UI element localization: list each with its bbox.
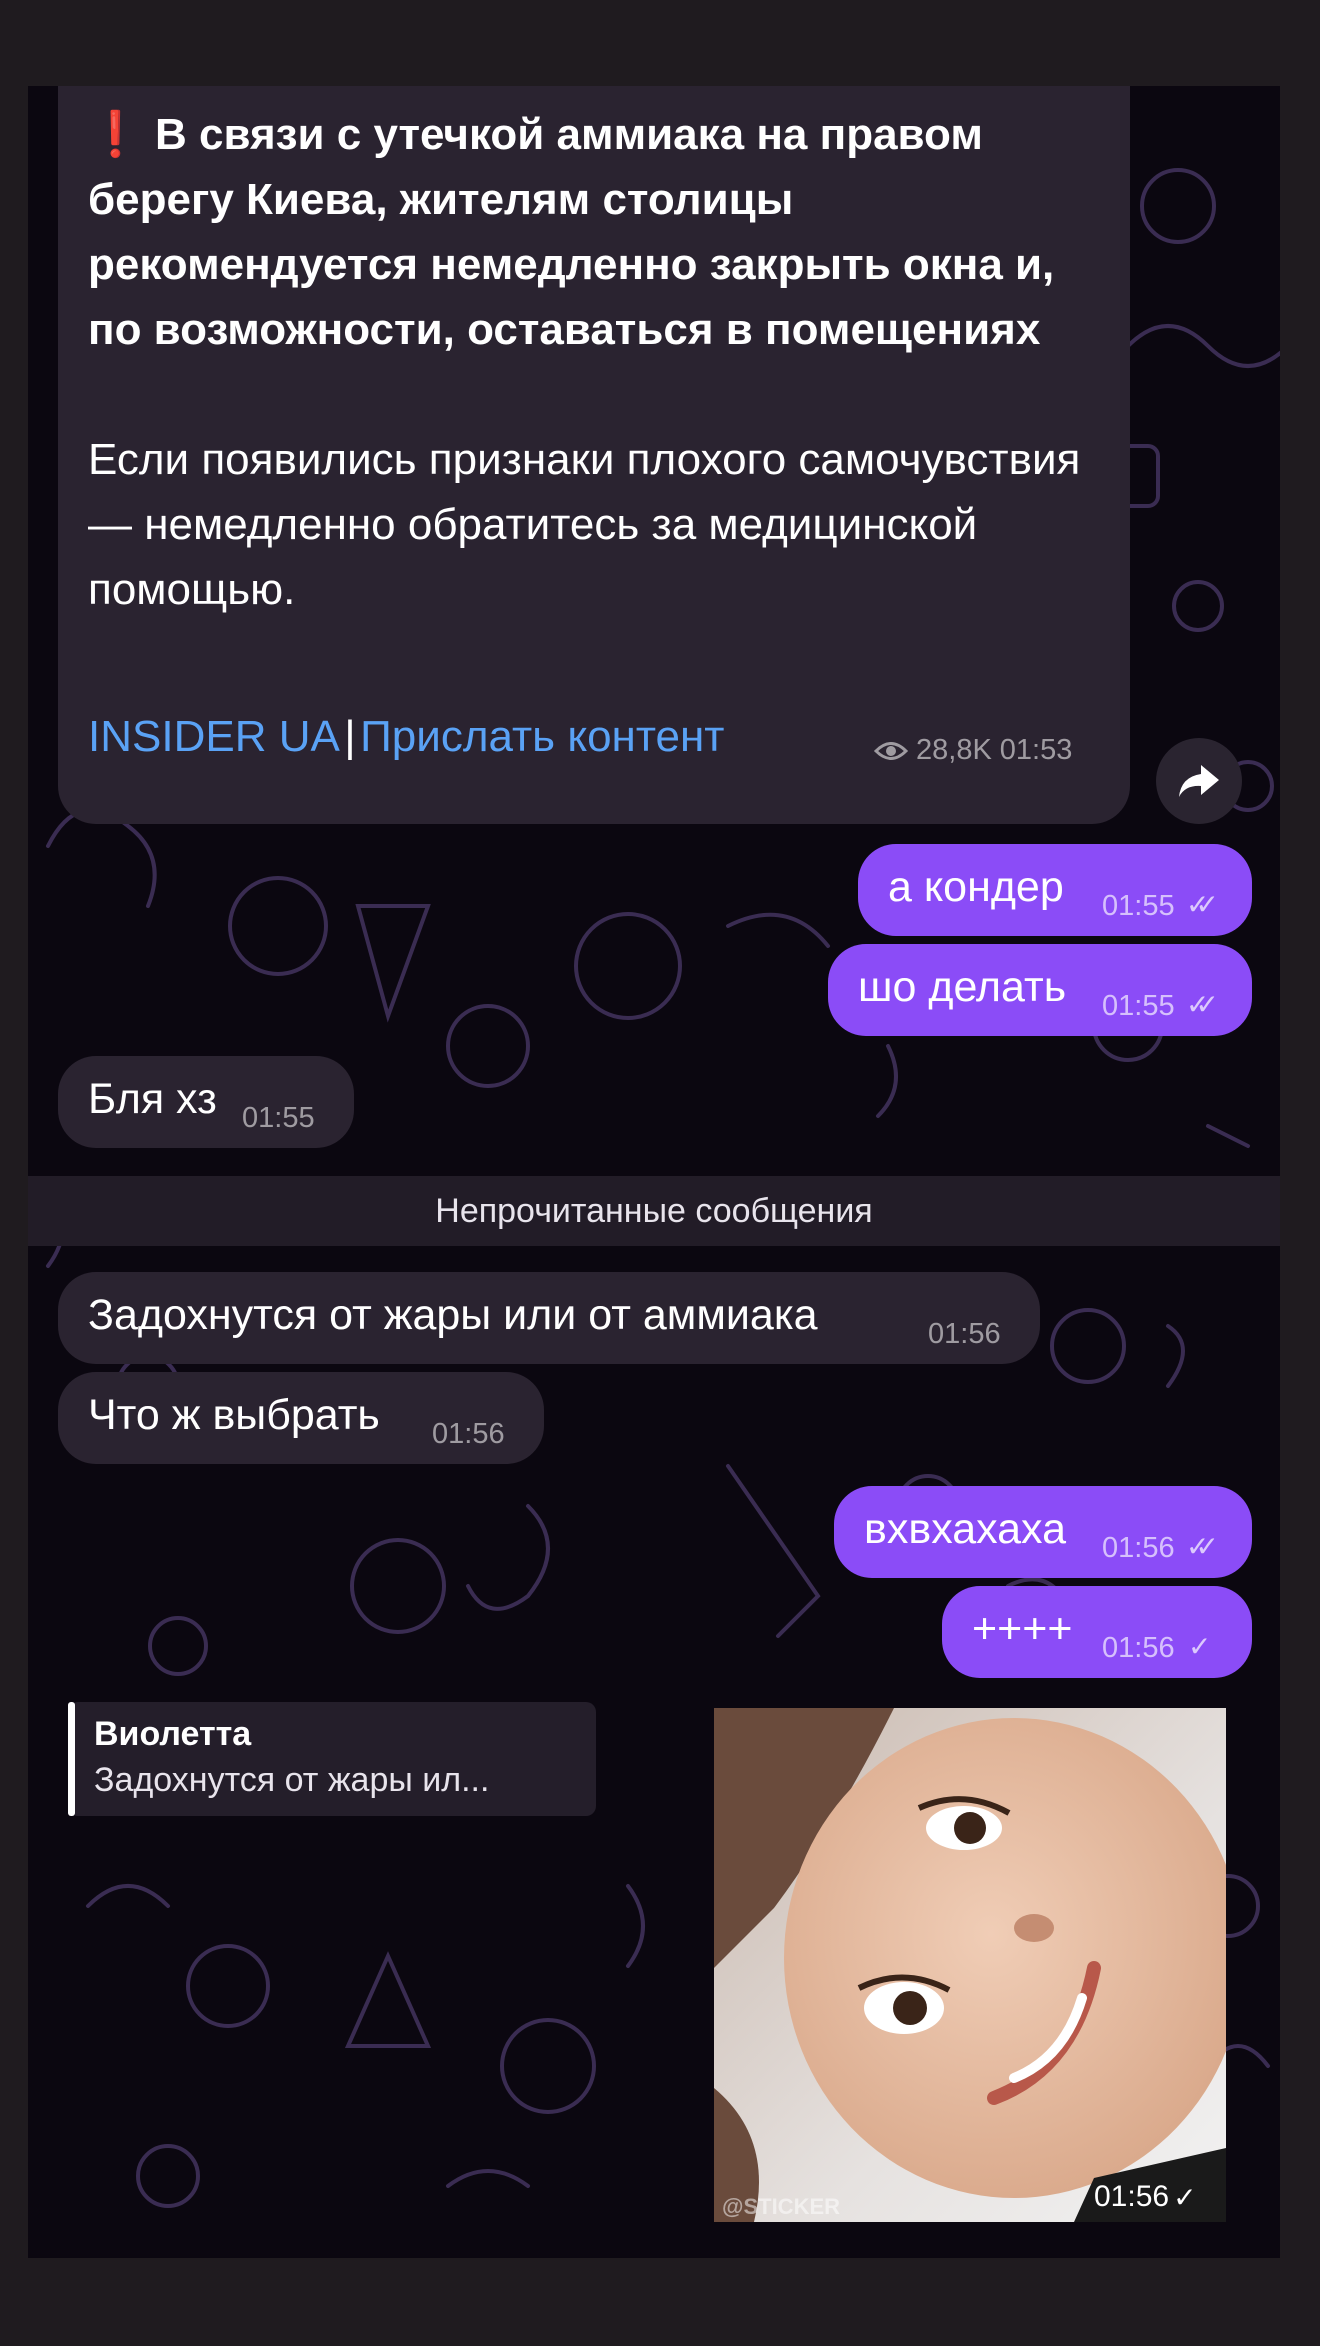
reply-accent-bar	[68, 1702, 75, 1816]
message-outgoing[interactable]: шо делать 01:55 ✓✓	[828, 944, 1252, 1036]
double-check-icon: ✓✓	[1186, 889, 1219, 920]
check-icon: ✓	[1188, 1631, 1212, 1662]
link-send-content[interactable]: Прислать контент	[360, 712, 724, 761]
smiling-child-image	[714, 1708, 1226, 2222]
message-incoming[interactable]: Что ж выбрать 01:56	[58, 1372, 544, 1464]
link-separator: |	[344, 712, 356, 761]
double-check-icon: ✓✓	[1186, 1531, 1219, 1562]
post-body: Если появились признаки плохого самочувс…	[88, 435, 1081, 614]
double-check-icon: ✓✓	[1186, 989, 1219, 1020]
message-time: 01:56	[1102, 1632, 1175, 1664]
link-insider-ua[interactable]: INSIDER UA	[88, 712, 340, 761]
sticker-image[interactable]: @STICKER 01:56 ✓	[714, 1708, 1226, 2222]
message-text: Что ж выбрать	[88, 1391, 380, 1439]
message-text: ++++	[972, 1605, 1073, 1653]
message-text: вхвхахаха	[864, 1505, 1066, 1553]
post-views: 28,8K	[916, 734, 992, 766]
message-text: Бля хз	[88, 1075, 217, 1123]
reply-preview[interactable]: Виолетта Задохнутся от жары ил...	[68, 1702, 596, 1816]
sticker-watermark: @STICKER	[722, 2194, 841, 2219]
check-icon: ✓	[1173, 2181, 1197, 2213]
post-time: 01:53	[999, 734, 1073, 766]
unread-label: Непрочитанные сообщения	[435, 1191, 873, 1230]
message-text: а кондер	[888, 863, 1064, 911]
message-time: 01:55	[242, 1102, 315, 1134]
eye-icon	[874, 741, 908, 760]
exclamation-icon: ❗	[88, 110, 143, 159]
message-text: шо делать	[858, 963, 1067, 1011]
sticker-time: 01:56	[1094, 2180, 1170, 2213]
message-outgoing[interactable]: а кондер 01:55 ✓✓	[858, 844, 1252, 936]
chat-area[interactable]: ❗ В связи с утечкой аммиака на правом бе…	[28, 86, 1280, 2258]
message-text: Задохнутся от жары или от аммиака	[88, 1291, 818, 1339]
reply-author: Виолетта	[94, 1715, 252, 1753]
message-incoming[interactable]: Бля хз 01:55	[58, 1056, 354, 1148]
forward-arrow-icon	[1179, 765, 1219, 797]
message-outgoing[interactable]: вхвхахаха 01:56 ✓✓	[834, 1486, 1252, 1578]
message-outgoing[interactable]: ++++ 01:56 ✓	[942, 1586, 1252, 1678]
post-headline: ❗ В связи с утечкой аммиака на правом бе…	[88, 110, 1055, 354]
message-time: 01:56	[1102, 1532, 1175, 1564]
message-incoming[interactable]: Задохнутся от жары или от аммиака 01:56	[58, 1272, 1040, 1364]
message-time: 01:55	[1102, 890, 1175, 922]
message-time: 01:56	[432, 1418, 505, 1450]
share-button[interactable]	[1156, 738, 1242, 824]
channel-post[interactable]: ❗ В связи с утечкой аммиака на правом бе…	[58, 86, 1130, 824]
unread-messages-divider: Непрочитанные сообщения	[28, 1176, 1280, 1246]
reply-snippet: Задохнутся от жары ил...	[94, 1761, 490, 1799]
message-time: 01:56	[928, 1318, 1001, 1350]
sticker-time-badge: 01:56 ✓	[1094, 2180, 1197, 2214]
message-time: 01:55	[1102, 990, 1175, 1022]
